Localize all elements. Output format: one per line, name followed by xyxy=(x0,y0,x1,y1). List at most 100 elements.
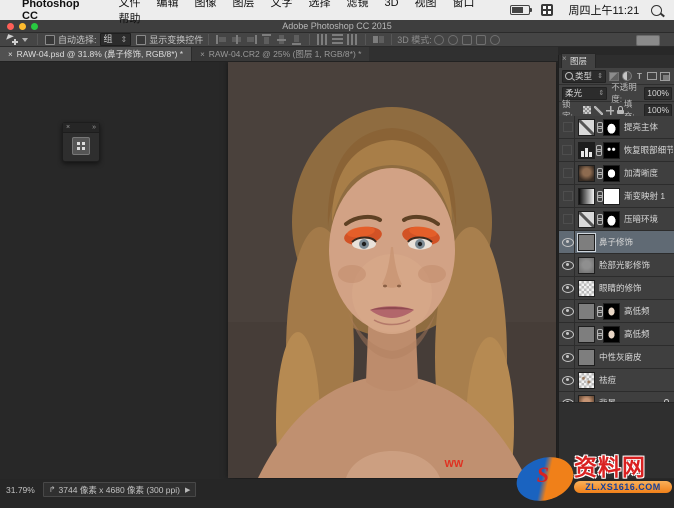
distribute-vertical-icon[interactable] xyxy=(332,34,343,45)
visibility-toggle[interactable] xyxy=(561,346,575,368)
close-tab-icon[interactable]: × xyxy=(8,50,13,59)
layer-thumbnail[interactable] xyxy=(578,188,595,205)
fill-field[interactable]: 100% xyxy=(644,104,672,117)
show-transform-checkbox[interactable] xyxy=(136,35,146,45)
visibility-toggle[interactable] xyxy=(561,208,575,230)
lock-position-icon[interactable] xyxy=(606,106,615,115)
3d-scale-icon[interactable] xyxy=(490,35,500,45)
layer-thumbnail[interactable] xyxy=(578,211,595,228)
battery-icon[interactable] xyxy=(510,5,530,15)
visibility-toggle[interactable] xyxy=(561,300,575,322)
document-tab[interactable]: ×RAW-04.CR2 @ 25% (图层 1, RGB/8*) * xyxy=(191,47,369,61)
menu-item[interactable]: 3D xyxy=(384,0,398,9)
menu-app-name[interactable]: Photoshop CC xyxy=(22,0,96,22)
link-mask-icon[interactable] xyxy=(596,329,602,340)
layer-thumbnail[interactable] xyxy=(578,234,595,251)
spotlight-search-icon[interactable] xyxy=(651,5,662,16)
align-top-icon[interactable] xyxy=(261,34,272,45)
panel-close-icon[interactable]: × xyxy=(562,54,567,63)
status-menu-caret-icon[interactable]: ▶ xyxy=(185,486,190,494)
opacity-field[interactable]: 100% xyxy=(644,87,672,100)
document-info-box[interactable]: ↱ 3744 像素 x 4680 像素 (300 ppi) ▶ xyxy=(43,482,197,497)
zoom-level-field[interactable]: 31.79% xyxy=(6,485,35,495)
layer-thumbnail[interactable] xyxy=(578,349,595,366)
auto-select-dropdown[interactable]: 组⇕ xyxy=(100,33,132,46)
visibility-toggle[interactable] xyxy=(561,116,575,138)
layer-mask-thumbnail[interactable] xyxy=(603,119,620,136)
layer-name[interactable]: 恢复眼部细节 xyxy=(624,144,673,156)
menu-item[interactable]: 文件 xyxy=(118,0,140,9)
visibility-toggle[interactable] xyxy=(561,323,575,345)
menu-item[interactable]: 图层 xyxy=(232,0,254,9)
align-middle-icon[interactable] xyxy=(276,34,287,45)
lock-pixels-icon[interactable] xyxy=(594,106,603,115)
layer-thumbnail[interactable] xyxy=(578,280,595,297)
align-center-icon[interactable] xyxy=(231,34,242,45)
layer-name[interactable]: 压暗环境 xyxy=(624,213,658,225)
canvas-image[interactable]: WW xyxy=(228,62,556,478)
layer-mask-thumbnail[interactable] xyxy=(603,142,620,159)
layer-row[interactable]: 眼睛的修饰 xyxy=(559,277,674,300)
layer-thumbnail[interactable] xyxy=(578,372,595,389)
layer-name[interactable]: 祛痘 xyxy=(599,374,616,386)
layer-thumbnail[interactable] xyxy=(578,303,595,320)
3d-slide-icon[interactable] xyxy=(476,35,486,45)
visibility-toggle[interactable] xyxy=(561,231,575,253)
lock-all-icon[interactable] xyxy=(617,106,624,114)
mini-panel-swatch[interactable] xyxy=(72,137,90,155)
visibility-toggle[interactable] xyxy=(561,254,575,276)
layer-name[interactable]: 高低频 xyxy=(624,328,650,340)
document-tab[interactable]: ×RAW-04.psd @ 31.8% (鼻子修饰, RGB/8*) * xyxy=(0,47,191,61)
mini-panel-collapse-icon[interactable]: » xyxy=(92,124,96,131)
menu-item[interactable]: 选择 xyxy=(308,0,330,9)
layer-name[interactable]: 脸部光影修饰 xyxy=(599,259,650,271)
align-bottom-icon[interactable] xyxy=(291,34,302,45)
layer-row[interactable]: 祛痘 xyxy=(559,369,674,392)
menubar-clock[interactable]: 周四上午11:21 xyxy=(569,2,640,18)
mini-panel-close-icon[interactable]: × xyxy=(66,124,70,131)
menu-item[interactable]: 文字 xyxy=(270,0,292,9)
visibility-toggle[interactable] xyxy=(561,139,575,161)
visibility-toggle[interactable] xyxy=(561,162,575,184)
filter-shape-layers-icon[interactable] xyxy=(647,72,657,80)
visibility-toggle[interactable] xyxy=(561,185,575,207)
layer-name[interactable]: 鼻子修饰 xyxy=(599,236,633,248)
layer-name[interactable]: 提亮主体 xyxy=(624,121,658,133)
layer-mask-thumbnail[interactable] xyxy=(603,211,620,228)
layer-thumbnail[interactable] xyxy=(578,119,595,136)
visibility-toggle[interactable] xyxy=(561,369,575,391)
layer-row[interactable]: 压暗环境 xyxy=(559,208,674,231)
tool-preset-caret-icon[interactable] xyxy=(22,38,28,42)
layer-row[interactable]: 高低频 xyxy=(559,323,674,346)
layer-mask-thumbnail[interactable] xyxy=(603,165,620,182)
distribute-centers-icon[interactable] xyxy=(347,34,358,45)
layer-row[interactable]: 高低频 xyxy=(559,300,674,323)
layer-row[interactable]: 脸部光影修饰 xyxy=(559,254,674,277)
layer-row[interactable]: 恢复眼部细节 xyxy=(559,139,674,162)
layer-thumbnail[interactable] xyxy=(578,257,595,274)
filter-smart-objects-icon[interactable] xyxy=(660,72,670,81)
filter-type-layers-icon[interactable]: T xyxy=(635,72,644,81)
menu-item[interactable]: 滤镜 xyxy=(346,0,368,9)
filter-adjustment-layers-icon[interactable] xyxy=(622,71,632,81)
3d-rotate-icon[interactable] xyxy=(434,35,444,45)
layer-row[interactable]: 渐变映射 1 xyxy=(559,185,674,208)
link-mask-icon[interactable] xyxy=(596,145,602,156)
auto-select-checkbox[interactable] xyxy=(45,35,55,45)
layer-row[interactable]: 加清晰度 xyxy=(559,162,674,185)
menu-item[interactable]: 帮助 xyxy=(118,13,140,25)
link-mask-icon[interactable] xyxy=(596,191,602,202)
layer-thumbnail[interactable] xyxy=(578,165,595,182)
align-right-icon[interactable] xyxy=(246,34,257,45)
menu-item[interactable]: 编辑 xyxy=(156,0,178,9)
layer-thumbnail[interactable] xyxy=(578,142,595,159)
filter-pixel-layers-icon[interactable] xyxy=(609,72,619,81)
layer-thumbnail[interactable] xyxy=(578,326,595,343)
layer-row[interactable]: 鼻子修饰 xyxy=(559,231,674,254)
align-left-icon[interactable] xyxy=(216,34,227,45)
layer-name[interactable]: 中性灰磨皮 xyxy=(599,351,642,363)
link-mask-icon[interactable] xyxy=(596,214,602,225)
layer-name[interactable]: 高低频 xyxy=(624,305,650,317)
floating-mini-panel[interactable]: × » xyxy=(62,122,100,162)
link-mask-icon[interactable] xyxy=(596,122,602,133)
